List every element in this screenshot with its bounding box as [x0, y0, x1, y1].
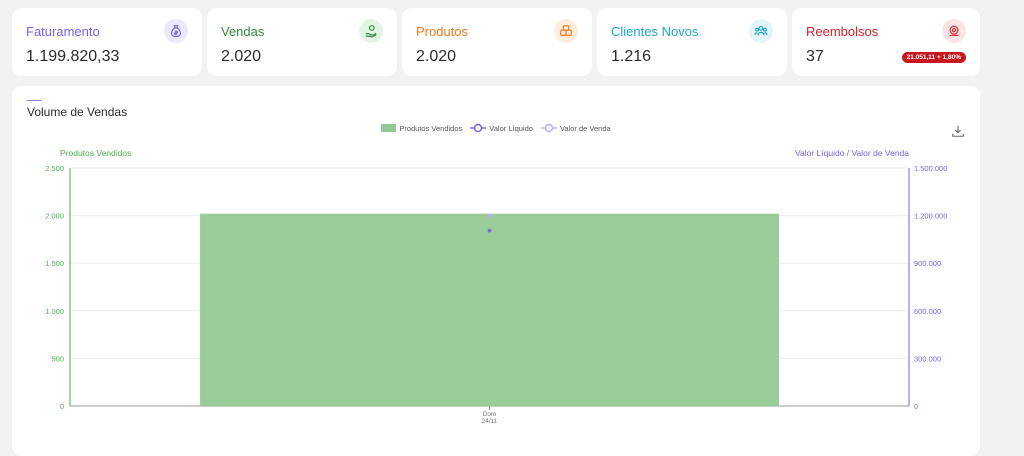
y-left-axis-title: Produtos Vendidos — [60, 148, 131, 158]
y-right-tick-label: 900.000 — [914, 259, 941, 268]
card-produtos: Produtos 2.020 — [402, 8, 592, 76]
refund-icon — [942, 19, 966, 43]
card-faturamento: Faturamento 1.199.820,33 — [12, 8, 202, 76]
users-icon — [749, 19, 773, 43]
card-title: Clientes Novos — [611, 24, 699, 39]
y-right-axis-title: Valor Líquido / Valor de Venda — [795, 148, 909, 158]
line-point — [487, 213, 492, 218]
card-title: Reembolsos — [806, 24, 879, 39]
card-reembolsos: Reembolsos 37 21.051,11 + 1,80% — [792, 8, 980, 76]
card-value: 37 — [806, 48, 824, 65]
y-right-tick-label: 1.500.000 — [914, 164, 947, 173]
y-left-tick-label: 0 — [60, 402, 64, 411]
boxes-icon — [554, 19, 578, 43]
x-tick-label: Dom — [483, 411, 497, 418]
y-left-tick-label: 500 — [51, 354, 64, 363]
card-clientes-novos: Clientes Novos 1.216 — [597, 8, 787, 76]
y-left-tick-label: 1.000 — [45, 307, 64, 316]
card-value: 1.199.820,33 — [26, 48, 120, 65]
y-right-tick-label: 1.200.000 — [914, 212, 947, 221]
y-left-tick-label: 2.500 — [45, 164, 64, 173]
y-left-tick-label: 1.500 — [45, 259, 64, 268]
bar — [200, 213, 779, 406]
x-tick-label: 24/11 — [482, 418, 498, 425]
card-value: 2.020 — [416, 48, 457, 65]
card-title: Vendas — [221, 24, 265, 39]
y-left-tick-label: 2.000 — [45, 212, 64, 221]
refund-badge: 21.051,11 + 1,80% — [901, 52, 966, 63]
sales-volume-panel: Volume de Vendas Produtos Vendidos Valor… — [12, 86, 980, 456]
y-right-tick-label: 300.000 — [914, 354, 941, 363]
sales-volume-chart: 0 500 1.000 1.500 2.000 2.500 0 300.000 600.000 9… — [45, 148, 947, 425]
line-point — [487, 228, 492, 233]
money-bag-icon — [164, 19, 188, 43]
y-right-tick-label: 600.000 — [914, 307, 941, 316]
hand-coin-icon — [359, 19, 383, 43]
card-title: Produtos — [416, 24, 469, 39]
card-title: Faturamento — [26, 24, 100, 39]
card-value: 2.020 — [221, 48, 262, 65]
y-right-tick-label: 0 — [914, 402, 918, 411]
card-vendas: Vendas 2.020 — [207, 8, 397, 76]
card-value: 1.216 — [611, 48, 652, 65]
